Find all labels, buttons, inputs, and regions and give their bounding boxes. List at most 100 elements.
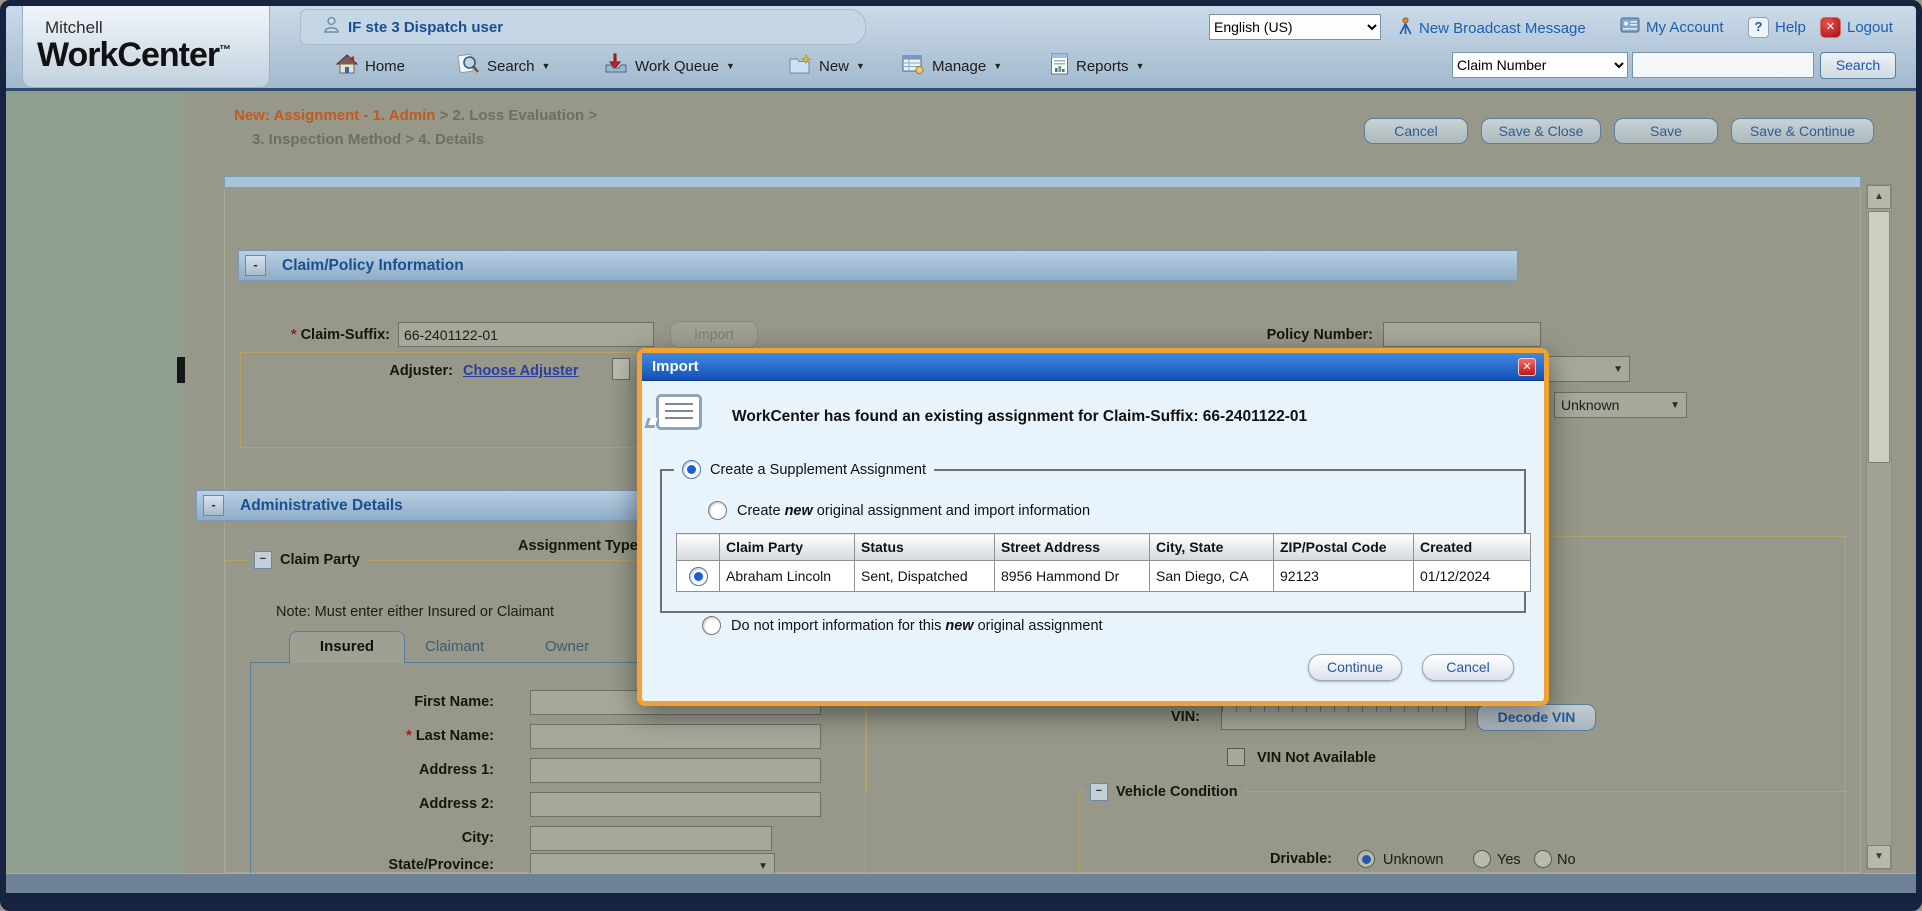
drivable-unknown-label: Unknown bbox=[1383, 852, 1443, 868]
collapse-group-icon[interactable]: − bbox=[1090, 783, 1108, 801]
col-claim-party: Claim Party bbox=[720, 534, 855, 561]
quick-search-button[interactable]: Search bbox=[1820, 52, 1896, 79]
cell-created: 01/12/2024 bbox=[1414, 561, 1531, 592]
vin-not-available-checkbox[interactable] bbox=[1227, 748, 1245, 766]
drivable-yes-radio[interactable] bbox=[1473, 850, 1491, 868]
do-not-import-label: Do not import information for this new o… bbox=[731, 618, 1103, 634]
cell-claim-party: Abraham Lincoln bbox=[720, 561, 855, 592]
chevron-down-icon: ▼ bbox=[1670, 400, 1680, 411]
import-dialog-titlebar[interactable]: Import bbox=[642, 353, 1544, 381]
nav-search[interactable]: Search ▼ bbox=[456, 50, 550, 82]
help-link[interactable]: ? Help bbox=[1748, 17, 1806, 38]
import-dialog-message: WorkCenter has found an existing assignm… bbox=[732, 408, 1307, 426]
existing-assignment-table: Claim Party Status Street Address City, … bbox=[676, 533, 1531, 592]
quick-search-input[interactable] bbox=[1632, 52, 1814, 78]
bottom-status-strip bbox=[6, 873, 1916, 893]
search-category-select[interactable]: Claim Number bbox=[1452, 52, 1628, 78]
drivable-unknown-radio[interactable] bbox=[1357, 850, 1375, 868]
nav-manage[interactable]: Manage ▼ bbox=[902, 50, 1002, 82]
import-button-disabled[interactable]: Import bbox=[670, 321, 758, 348]
breadcrumb: New: Assignment - 1. Admin > 2. Loss Eva… bbox=[234, 107, 597, 124]
message-bubble-icon bbox=[656, 394, 702, 430]
last-name-input[interactable] bbox=[530, 724, 821, 749]
nav-home[interactable]: Home bbox=[336, 50, 405, 82]
tab-insured[interactable]: Insured bbox=[289, 631, 405, 663]
new-import-option-row: Create new original assignment and impor… bbox=[708, 501, 1090, 520]
nav-new[interactable]: New ▼ bbox=[788, 50, 865, 82]
logout-icon: ✕ bbox=[1820, 17, 1841, 38]
import-dialog-title: Import bbox=[652, 358, 699, 375]
unknown-select-value: Unknown bbox=[1561, 397, 1619, 413]
drivable-yes-label: Yes bbox=[1497, 852, 1521, 868]
save-and-close-button[interactable]: Save & Close bbox=[1481, 118, 1601, 144]
table-header-row: Claim Party Status Street Address City, … bbox=[677, 534, 1531, 561]
scrollbar-thumb[interactable] bbox=[1868, 211, 1890, 463]
collapse-section-icon[interactable]: - bbox=[203, 495, 224, 516]
vin-input[interactable] bbox=[1221, 705, 1466, 730]
claim-party-legend: − Claim Party bbox=[248, 551, 366, 569]
nav-new-label: New bbox=[819, 58, 849, 75]
city-input[interactable] bbox=[530, 826, 772, 851]
logout-link[interactable]: ✕ Logout bbox=[1820, 17, 1893, 38]
nav-manage-label: Manage bbox=[932, 58, 986, 75]
brand-workcenter: WorkCenter™ bbox=[37, 36, 230, 75]
dialog-continue-button[interactable]: Continue bbox=[1308, 654, 1402, 681]
close-icon[interactable]: ✕ bbox=[1518, 358, 1536, 376]
address2-input[interactable] bbox=[530, 792, 821, 817]
cell-city-state: San Diego, CA bbox=[1150, 561, 1274, 592]
new-broadcast-message-link[interactable]: New Broadcast Message bbox=[1398, 17, 1586, 40]
create-new-import-radio[interactable] bbox=[708, 501, 727, 520]
nav-search-label: Search bbox=[487, 58, 535, 75]
work-queue-icon bbox=[604, 53, 628, 79]
cell-street-address: 8956 Hammond Dr bbox=[995, 561, 1150, 592]
home-icon bbox=[336, 54, 358, 78]
breadcrumb-line2: 3. Inspection Method > 4. Details bbox=[252, 131, 484, 148]
cancel-button[interactable]: Cancel bbox=[1364, 118, 1468, 144]
col-created: Created bbox=[1414, 534, 1531, 561]
nav-reports[interactable]: Reports ▼ bbox=[1050, 50, 1144, 82]
import-dialog-body: WorkCenter has found an existing assignm… bbox=[642, 382, 1544, 701]
broadcast-icon bbox=[1398, 17, 1413, 40]
chevron-down-icon: ▼ bbox=[993, 61, 1002, 71]
drivable-no-radio[interactable] bbox=[1534, 850, 1552, 868]
no-import-option-row: Do not import information for this new o… bbox=[702, 616, 1103, 635]
unknown-select[interactable]: Unknown ▼ bbox=[1554, 392, 1687, 418]
col-street-address: Street Address bbox=[995, 534, 1150, 561]
vehicle-condition-group-border bbox=[1078, 791, 1846, 873]
choose-adjuster-link[interactable]: Choose Adjuster bbox=[463, 363, 578, 379]
collapse-section-icon[interactable]: - bbox=[245, 255, 266, 276]
my-account-link[interactable]: My Account bbox=[1620, 17, 1724, 37]
bottom-window-bar bbox=[6, 893, 1916, 907]
language-select[interactable]: English (US) bbox=[1209, 14, 1381, 40]
help-label: Help bbox=[1775, 19, 1806, 36]
assignment-row-radio-selected[interactable] bbox=[689, 567, 708, 586]
reports-icon bbox=[1050, 53, 1069, 79]
vertical-scrollbar[interactable]: ▲ ▼ bbox=[1866, 184, 1892, 870]
save-button[interactable]: Save bbox=[1614, 118, 1718, 144]
collapse-group-icon[interactable]: − bbox=[254, 551, 272, 569]
tab-claimant[interactable]: Claimant bbox=[425, 638, 484, 655]
table-row: Abraham Lincoln Sent, Dispatched 8956 Ha… bbox=[677, 561, 1531, 592]
nav-work-queue[interactable]: Work Queue ▼ bbox=[604, 50, 735, 82]
create-supplement-radio-selected[interactable] bbox=[682, 460, 701, 479]
nav-reports-label: Reports bbox=[1076, 58, 1129, 75]
do-not-import-radio[interactable] bbox=[702, 616, 721, 635]
workcenter-logo: Mitchell WorkCenter™ bbox=[22, 6, 270, 88]
required-asterisk: * bbox=[406, 728, 412, 744]
policy-number-input[interactable] bbox=[1383, 322, 1541, 347]
import-dialog: Import ✕ WorkCenter has found an existin… bbox=[637, 348, 1549, 706]
decode-vin-button[interactable]: Decode VIN bbox=[1477, 704, 1596, 731]
scroll-up-button[interactable]: ▲ bbox=[1867, 185, 1891, 209]
address1-input[interactable] bbox=[530, 758, 821, 783]
adjuster-doc-icon bbox=[612, 358, 630, 380]
user-icon bbox=[323, 16, 340, 38]
save-and-continue-button[interactable]: Save & Continue bbox=[1731, 118, 1874, 144]
dialog-cancel-button[interactable]: Cancel bbox=[1422, 654, 1514, 681]
scroll-down-button[interactable]: ▼ bbox=[1867, 845, 1891, 869]
panel-splitter-handle[interactable] bbox=[177, 357, 185, 383]
drivable-no-label: No bbox=[1557, 852, 1576, 868]
tab-owner[interactable]: Owner bbox=[545, 638, 589, 655]
logged-in-user-tab: IF ste 3 Dispatch user bbox=[300, 9, 866, 45]
vin-label: VIN: bbox=[1128, 709, 1200, 725]
claim-suffix-input[interactable] bbox=[398, 322, 654, 347]
